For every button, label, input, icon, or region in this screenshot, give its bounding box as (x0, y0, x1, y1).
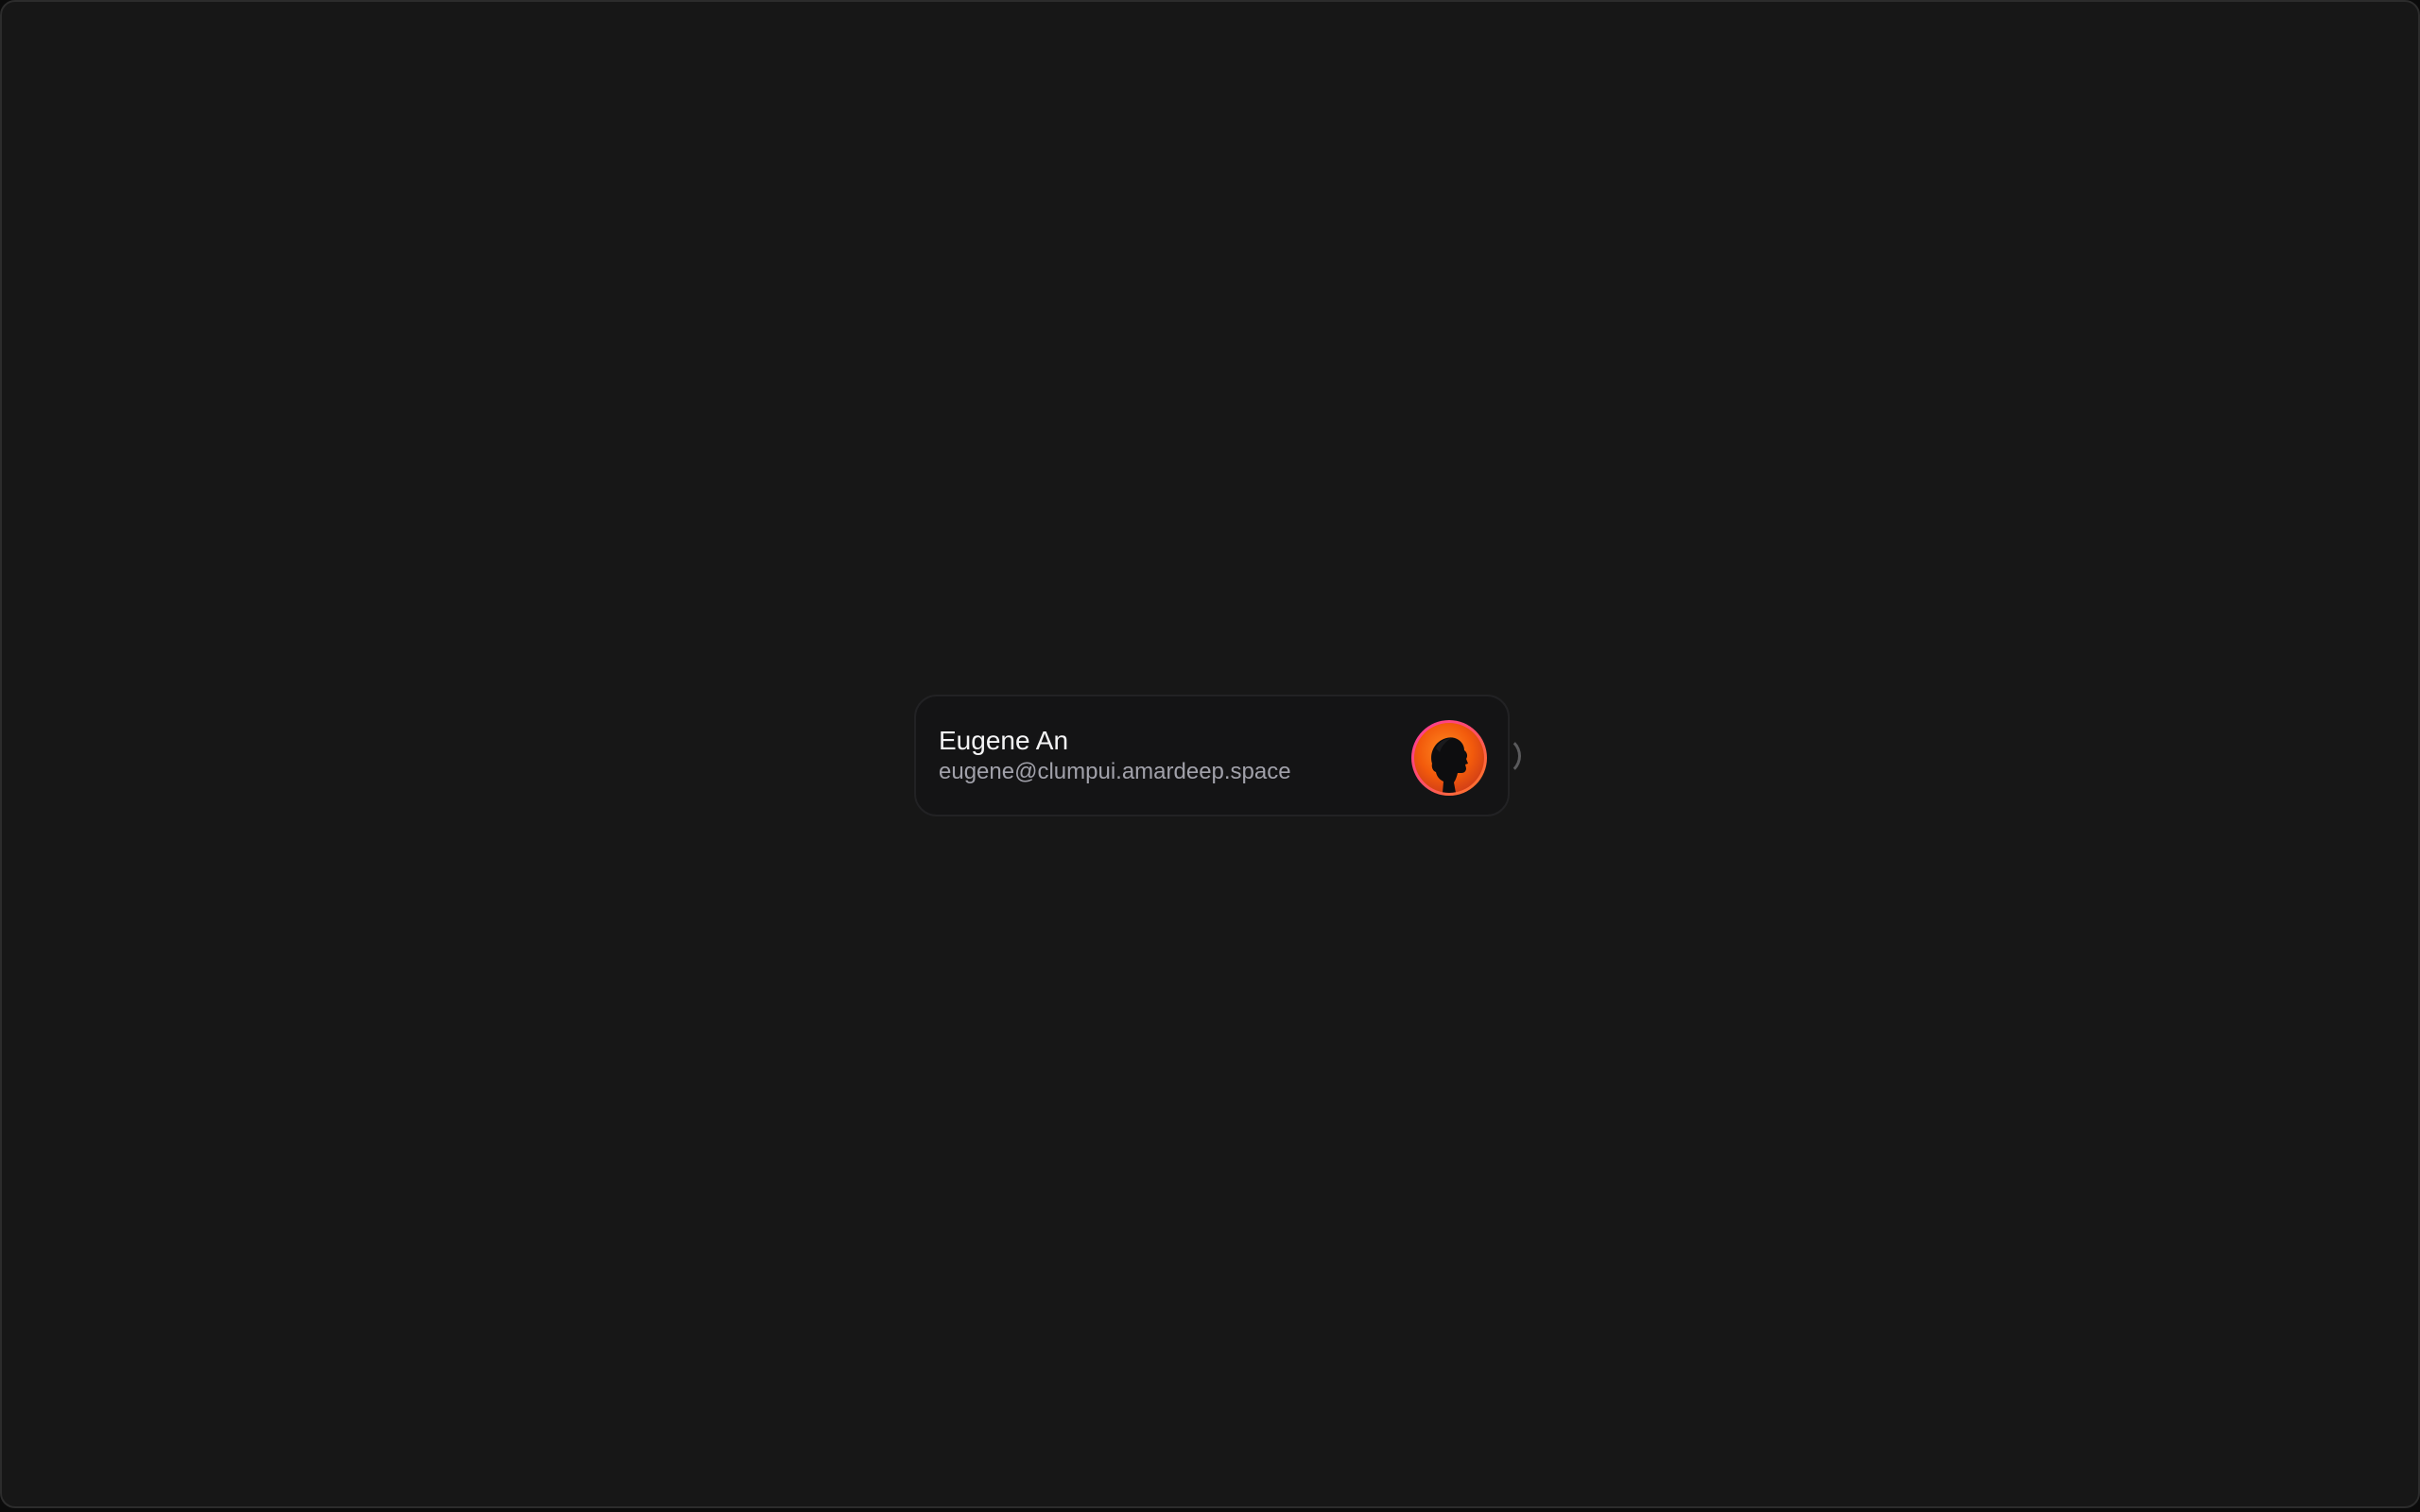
profile-info: Eugene An eugene@clumpui.amardeep.space (939, 725, 1291, 786)
avatar[interactable] (1411, 720, 1487, 796)
app-window: Eugene An eugene@clumpui.amardeep.space (0, 0, 2420, 1508)
person-silhouette-icon (1414, 723, 1484, 793)
profile-card[interactable]: Eugene An eugene@clumpui.amardeep.space (914, 695, 1510, 816)
profile-name: Eugene An (939, 726, 1069, 755)
profile-email: eugene@clumpui.amardeep.space (939, 759, 1291, 784)
loading-spinner-icon (1508, 736, 1523, 774)
